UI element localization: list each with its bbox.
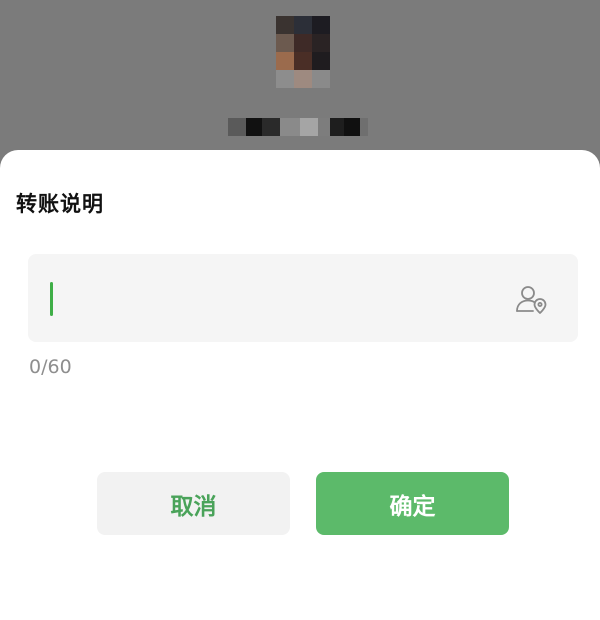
text-cursor <box>50 282 53 316</box>
sheet-title: 转账说明 <box>16 192 104 216</box>
contact-pin-icon[interactable] <box>514 283 548 317</box>
transfer-memo-sheet: 转账说明 0/60 取消 确定 <box>0 150 600 620</box>
cancel-button[interactable]: 取消 <box>97 472 290 535</box>
character-counter: 0/60 <box>29 356 72 378</box>
recipient-avatar-blurred <box>276 16 330 88</box>
confirm-button[interactable]: 确定 <box>316 472 509 535</box>
memo-input[interactable] <box>28 254 578 342</box>
recipient-name-blurred <box>228 118 368 136</box>
background-recipient-area <box>0 0 600 160</box>
